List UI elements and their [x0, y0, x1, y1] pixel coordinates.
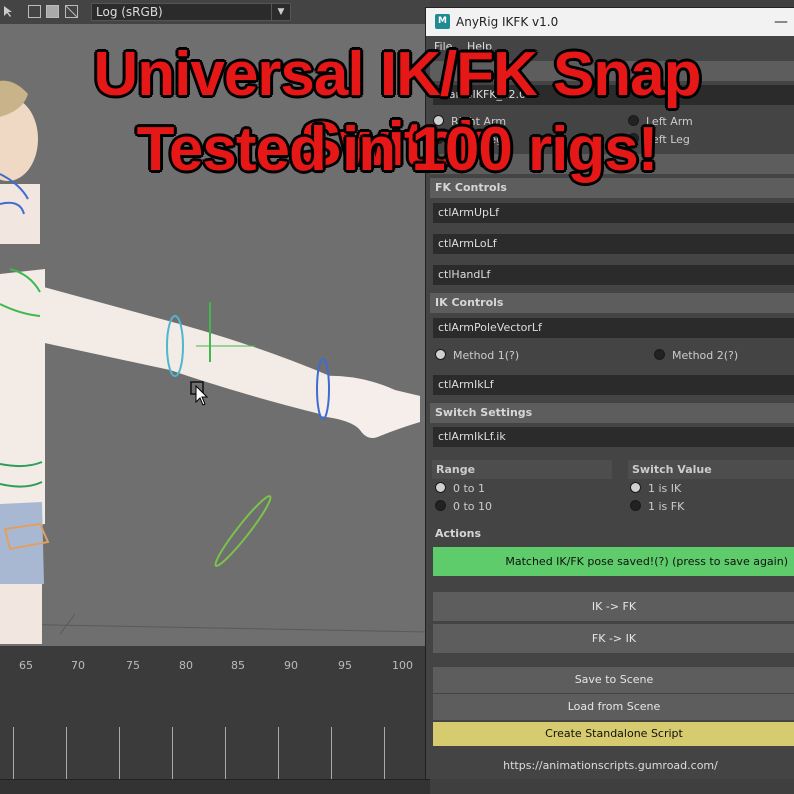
- time-slider[interactable]: 65 70 75 80 85 90 95 100: [0, 646, 430, 794]
- save-to-scene-button[interactable]: Save to Scene: [433, 667, 794, 693]
- frame-tick: [172, 727, 173, 779]
- layout-icon[interactable]: [28, 5, 41, 18]
- switch-section-header: Switch Settings: [430, 403, 794, 423]
- radio-method-2[interactable]: Method 2(?): [654, 349, 738, 363]
- frame-tick: [384, 727, 385, 779]
- radio-1-is-fk[interactable]: 1 is FK: [630, 500, 684, 514]
- radio-dot: [435, 482, 446, 493]
- fk-control-hand[interactable]: ctlHandLf: [433, 265, 794, 285]
- wireframe-icon[interactable]: [65, 5, 78, 18]
- save-pose-button[interactable]: Matched IK/FK pose saved!(?) (press to s…: [433, 547, 794, 576]
- radio-range-0-10[interactable]: 0 to 10: [435, 500, 492, 514]
- switch-attribute-field[interactable]: ctlArmIkLf.ik: [433, 427, 794, 447]
- fk-to-ik-button[interactable]: FK -> IK: [433, 624, 794, 653]
- frame-label: 100: [392, 659, 413, 672]
- color-space-dropdown[interactable]: Log (sRGB) ▼: [91, 3, 291, 21]
- frame-tick: [13, 727, 14, 779]
- frame-tick: [66, 727, 67, 779]
- ik-control-field[interactable]: ctlArmIkLf: [433, 375, 794, 395]
- color-space-value: Log (sRGB): [96, 5, 163, 19]
- frame-tick: [119, 727, 120, 779]
- radio-dot: [630, 500, 641, 511]
- viewport-toolbar: Log (sRGB) ▼: [0, 0, 430, 25]
- frame-tick: [331, 727, 332, 779]
- radio-label: 0 to 1: [453, 482, 486, 495]
- radio-range-0-1[interactable]: 0 to 1: [435, 482, 485, 496]
- switch-value-header: Switch Value: [628, 460, 794, 479]
- frame-label: 75: [126, 659, 140, 672]
- frame-label: 70: [71, 659, 85, 672]
- radio-label: Method 2(?): [672, 349, 739, 362]
- frame-label: 85: [231, 659, 245, 672]
- pole-vector-field[interactable]: ctlArmPoleVectorLf: [433, 318, 794, 338]
- frame-tick: [225, 727, 226, 779]
- range-slider[interactable]: [0, 779, 430, 794]
- radio-dot: [654, 349, 665, 360]
- frame-tick: [278, 727, 279, 779]
- radio-label: 0 to 10: [453, 500, 493, 513]
- range-header: Range: [432, 460, 612, 479]
- window-titlebar[interactable]: M AnyRig IKFK v1.0 —: [426, 8, 794, 36]
- frame-label: 95: [338, 659, 352, 672]
- radio-label: Method 1(?): [453, 349, 520, 362]
- radio-label: 1 is FK: [648, 500, 685, 513]
- minimize-button[interactable]: —: [773, 8, 789, 36]
- radio-method-1[interactable]: Method 1(?): [435, 349, 519, 363]
- chevron-down-icon: ▼: [271, 4, 290, 20]
- radio-dot: [435, 349, 446, 360]
- create-standalone-script-button[interactable]: Create Standalone Script: [433, 722, 794, 746]
- actions-section-header: Actions: [430, 524, 794, 544]
- window-title: AnyRig IKFK v1.0: [456, 15, 559, 29]
- fk-control-lower-arm[interactable]: ctlArmLoLf: [433, 234, 794, 254]
- radio-1-is-ik[interactable]: 1 is IK: [630, 482, 681, 496]
- load-from-scene-button[interactable]: Load from Scene: [433, 694, 794, 720]
- ik-to-fk-button[interactable]: IK -> FK: [433, 592, 794, 621]
- ik-section-header: IK Controls: [430, 293, 794, 313]
- frame-label: 65: [19, 659, 33, 672]
- fk-control-upper-arm[interactable]: ctlArmUpLf: [433, 203, 794, 223]
- frame-label: 80: [179, 659, 193, 672]
- maya-app-icon: M: [435, 14, 450, 29]
- select-tool-icon[interactable]: [2, 5, 15, 18]
- overlay-subheadline: Tested in 100 rigs!: [136, 115, 659, 184]
- radio-dot: [630, 482, 641, 493]
- radio-dot: [435, 500, 446, 511]
- grid-icon[interactable]: [46, 5, 59, 18]
- gumroad-link[interactable]: https://animationscripts.gumroad.com/: [426, 759, 794, 772]
- frame-label: 90: [284, 659, 298, 672]
- radio-label: 1 is IK: [648, 482, 682, 495]
